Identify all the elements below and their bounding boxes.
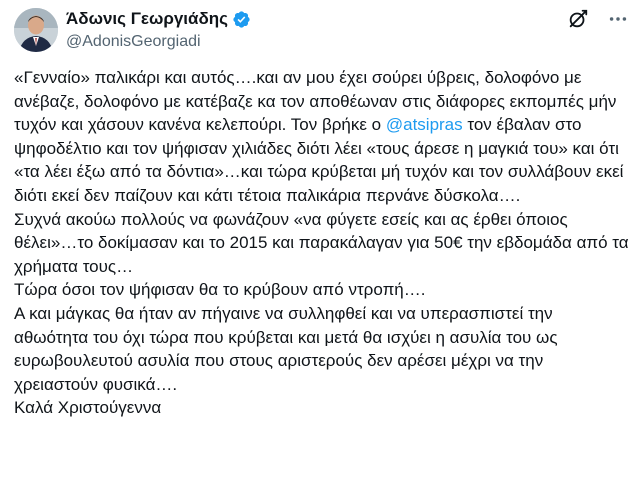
tweet-paragraph-4: Α και μάγκας θα ήταν αν πήγαινε να συλλη… [14,303,558,394]
display-name-row: Άδωνις Γεωργιάδης [66,8,251,30]
author-handle[interactable]: @AdonisGeorgiadi [66,33,251,51]
avatar-image [14,8,58,52]
verified-badge-icon [232,10,251,29]
grok-icon[interactable] [567,8,589,30]
tweet-paragraph-5: Καλά Χριστούγεννα [14,398,162,418]
author-names: Άδωνις Γεωργιάδης @AdonisGeorgiadi [66,8,251,51]
tweet-paragraph-1: «Γενναίο» παλικάρι και αυτός….και αν μου… [14,66,629,208]
tweet: Άδωνις Γεωργιάδης @AdonisGeorgiadi «Γενν… [0,0,643,493]
avatar[interactable] [14,8,58,52]
display-name[interactable]: Άδωνις Γεωργιάδης [66,9,228,29]
tweet-paragraph-2: Συχνά ακούω πολλούς να φωνάζουν «να φύγε… [14,209,629,276]
tweet-text: «Γενναίο» παλικάρι και αυτός….και αν μου… [14,66,629,420]
top-actions [567,8,629,30]
tweet-header: Άδωνις Γεωργιάδης @AdonisGeorgiadi [14,6,629,54]
tweet-paragraph-3: Τώρα όσοι τον ψήφισαν θα το κρύβουν από … [14,280,426,300]
more-icon[interactable] [607,8,629,30]
mention-link[interactable]: @atsipras [386,115,463,134]
